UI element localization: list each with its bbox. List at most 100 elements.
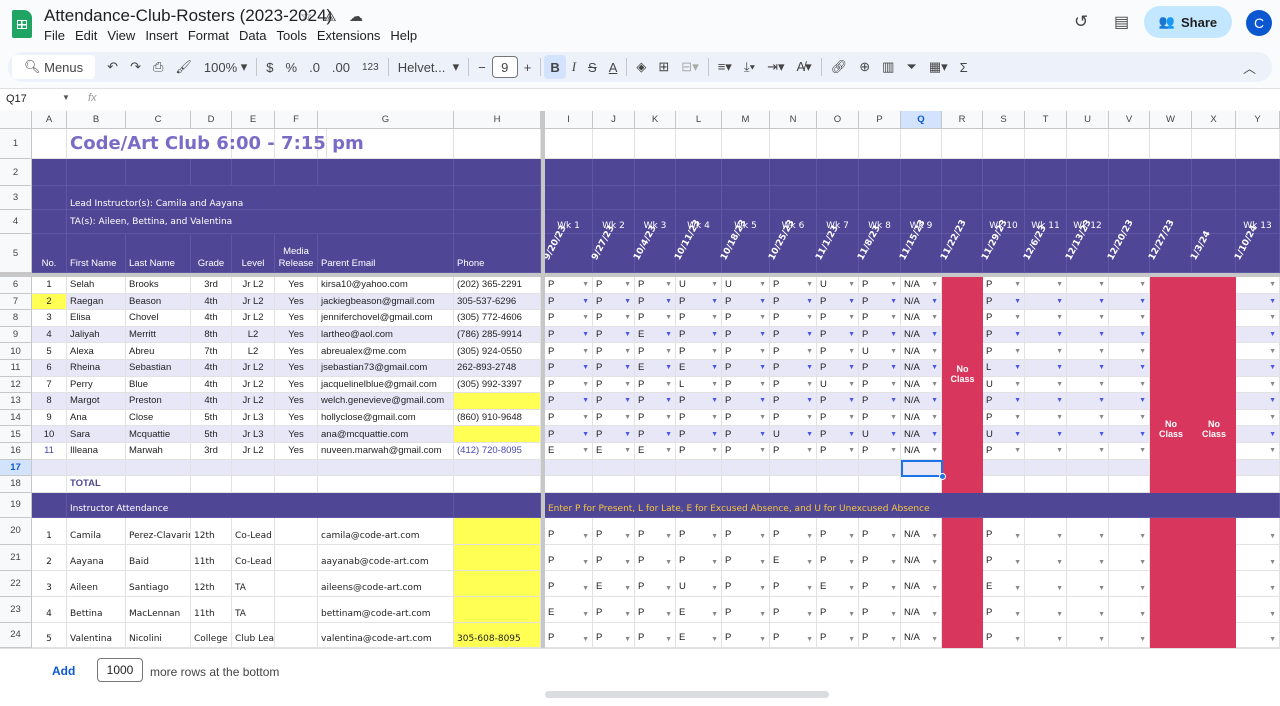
email[interactable]: bettinam@code-art.com [318,596,454,623]
attendance-dropdown[interactable]: P ▼ [676,310,722,327]
header-cell[interactable] [1109,159,1150,186]
column-header-V[interactable]: V [1109,111,1150,129]
attendance-dropdown[interactable]: P ▼ [770,409,817,427]
fill-color-icon[interactable]: ◈ [630,55,652,79]
cell[interactable] [722,459,770,477]
phone[interactable] [454,544,541,571]
cell[interactable] [1067,129,1109,159]
phone[interactable]: 305-608-8095 [454,622,541,648]
insert-chart-icon[interactable]: ▥ [876,55,900,79]
cell[interactable] [593,129,635,159]
media-release[interactable]: Yes [275,393,318,410]
column-header-H[interactable]: H [454,111,541,129]
attendance-dropdown[interactable]: E ▼ [635,326,676,344]
cell[interactable] [1192,129,1236,159]
cell[interactable] [1025,459,1067,477]
level[interactable]: Jr L3 [232,409,275,427]
row-header-21[interactable]: 21 [0,544,32,571]
cell[interactable] [635,459,676,477]
column-header-S[interactable]: S [983,111,1025,129]
grade[interactable]: 4th [191,360,232,377]
attendance-dropdown[interactable]: N/A ▼ [901,310,942,327]
row-header-17[interactable]: 17 [0,459,32,477]
attendance-dropdown[interactable]: P ▼ [859,393,901,410]
attendance-dropdown[interactable]: P ▼ [859,409,901,427]
row-header-5[interactable]: 5 [0,234,32,273]
attendance-dropdown[interactable]: E ▼ [770,544,817,571]
header-cell[interactable] [676,159,722,186]
font-select[interactable]: Helvet... ▾ [392,55,465,79]
frozen-row-divider[interactable] [0,273,1280,277]
grade[interactable]: 4th [191,376,232,394]
column-label-last-name[interactable]: Last Name [126,234,191,273]
font-size-input[interactable]: 9 [491,56,518,78]
attendance-dropdown[interactable]: P ▼ [593,393,635,410]
attendance-dropdown[interactable]: P ▼ [593,293,635,311]
rows-count-input[interactable]: 1000 [97,658,143,682]
level[interactable]: Jr L2 [232,277,275,294]
attendance-dropdown[interactable]: ▼ [1067,622,1109,648]
cell[interactable] [232,459,275,477]
row-header-19[interactable]: 19 [0,492,32,518]
header-cell[interactable] [942,186,983,210]
attendance-dropdown[interactable]: P ▼ [983,343,1025,360]
attendance-dropdown[interactable]: P ▼ [722,360,770,377]
attendance-dropdown[interactable]: P ▼ [593,376,635,394]
cell[interactable] [770,476,817,493]
grade[interactable]: 3rd [191,277,232,294]
attendance-dropdown[interactable]: ▼ [1109,596,1150,623]
header-cell[interactable] [318,159,454,186]
cell[interactable] [859,476,901,493]
attendance-dropdown[interactable]: ▼ [1109,343,1150,360]
cell[interactable] [275,476,318,493]
attendance-dropdown[interactable]: ▼ [1236,443,1280,460]
attendance-dropdown[interactable]: ▼ [1067,409,1109,427]
search-menus-button[interactable]: 🔍︎ Menus [12,55,96,79]
attendance-dropdown[interactable]: P ▼ [983,596,1025,623]
redo-icon[interactable]: ↷ [124,55,147,79]
attendance-dropdown[interactable]: ▼ [1236,426,1280,443]
attendance-dropdown[interactable]: ▼ [1025,544,1067,571]
attendance-dropdown[interactable]: P ▼ [817,544,859,571]
instructor-number[interactable]: 4 [32,596,67,623]
attendance-dropdown[interactable]: P ▼ [545,293,593,311]
collapse-toolbar-icon[interactable]: ︿ [1237,55,1262,79]
role[interactable]: Co-Lead [232,517,275,545]
cell[interactable] [983,129,1025,159]
attendance-dropdown[interactable]: ▼ [1109,409,1150,427]
attendance-dropdown[interactable]: P ▼ [817,393,859,410]
header-cell[interactable] [983,159,1025,186]
attendance-dropdown[interactable]: ▼ [1025,443,1067,460]
attendance-dropdown[interactable]: P ▼ [770,570,817,597]
cell[interactable] [859,459,901,477]
attendance-dropdown[interactable]: L ▼ [983,360,1025,377]
media-release[interactable]: Yes [275,293,318,311]
horizontal-scrollbar[interactable] [545,691,829,698]
column-header-U[interactable]: U [1067,111,1109,129]
no-class-1-3[interactable]: No Class [1192,277,1236,493]
attendance-dropdown[interactable]: ▼ [1109,544,1150,571]
attendance-dropdown[interactable]: P ▼ [593,622,635,648]
insert-link-icon[interactable]: 🔗︎ [825,55,854,79]
zoom-select[interactable]: 100% ▾ [198,55,253,79]
cell[interactable] [32,129,67,159]
date-header[interactable]: 12/20/23 [1106,218,1150,273]
attendance-dropdown[interactable]: U ▼ [983,376,1025,394]
horizontal-align-icon[interactable]: ≡▾ [712,55,738,79]
student-number[interactable]: 2 [32,293,67,311]
attendance-dropdown[interactable]: P ▼ [635,343,676,360]
menu-format[interactable]: Format [188,28,235,43]
grade[interactable]: 11th [191,544,232,571]
attendance-dropdown[interactable]: P ▼ [593,343,635,360]
attendance-dropdown[interactable]: P ▼ [770,293,817,311]
column-header-M[interactable]: M [722,111,770,129]
attendance-dropdown[interactable]: ▼ [1109,277,1150,294]
attendance-dropdown[interactable]: ▼ [1109,517,1150,545]
cell[interactable] [1025,129,1067,159]
attendance-dropdown[interactable]: ▼ [1236,310,1280,327]
percent-button[interactable]: % [280,55,304,79]
paint-format-icon[interactable]: 🖌︎ [169,55,198,79]
attendance-dropdown[interactable]: P ▼ [817,517,859,545]
attendance-dropdown[interactable]: P ▼ [859,443,901,460]
functions-icon[interactable]: Σ [954,55,974,79]
